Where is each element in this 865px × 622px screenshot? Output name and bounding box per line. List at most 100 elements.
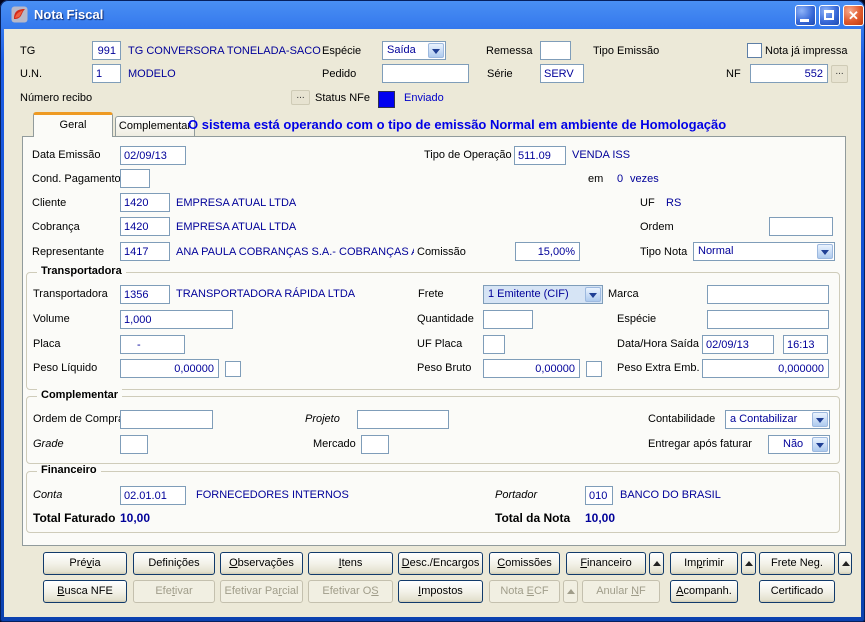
imprimir-button[interactable]: Imprimir [670, 552, 738, 575]
contabilidade-label: Contabilidade [648, 413, 715, 425]
portador-label: Portador [495, 489, 537, 501]
uf-placa-label: UF Placa [417, 338, 462, 350]
definicoes-button[interactable]: Definições [133, 552, 215, 575]
data-hora-saida-label: Data/Hora Saída [617, 338, 699, 350]
especie-transp-label: Espécie [617, 313, 656, 325]
efetivar-button: Efetivar [133, 580, 215, 603]
tipo-nota-value: Normal [698, 245, 733, 257]
placa-input[interactable] [120, 335, 185, 354]
frete-neg-button[interactable]: Frete Neg. [759, 552, 835, 575]
complementar-groupbox: Complementar [26, 396, 840, 464]
tipo-nota-select[interactable]: Normal [693, 242, 835, 261]
total-faturado-value: 10,00 [120, 511, 150, 525]
efetivar-parcial-button: Efetivar Parcial [220, 580, 303, 603]
ordem-compra-input[interactable] [120, 410, 213, 429]
anular-nf-button: Anular NF [582, 580, 660, 603]
entregar-apos-faturar-select[interactable]: Não [768, 435, 830, 454]
financeiro-button[interactable]: Financeiro [566, 552, 646, 575]
cliente-label: Cliente [32, 197, 66, 209]
tipo-operacao-description: VENDA ISS [572, 149, 630, 161]
previa-button[interactable]: Prévia [43, 552, 127, 575]
contabilidade-select[interactable]: a Contabilizar [725, 410, 830, 429]
quantidade-input[interactable] [483, 310, 533, 329]
cobranca-code-input[interactable] [120, 217, 170, 236]
transportadora-label: Transportadora [33, 288, 108, 300]
total-faturado-label: Total Faturado [33, 511, 115, 525]
representante-code-input[interactable] [120, 242, 170, 261]
peso-bruto-checkbox[interactable] [586, 361, 602, 377]
complementar-legend: Complementar [37, 389, 122, 401]
frete-neg-expand-button[interactable] [838, 552, 852, 575]
peso-extra-label: Peso Extra Emb. [617, 362, 700, 374]
portador-input[interactable] [585, 486, 613, 505]
comissao-input[interactable] [515, 242, 580, 261]
tipo-nota-label: Tipo Nota [640, 246, 687, 258]
busca-nfe-button[interactable]: Busca NFE [43, 580, 127, 603]
ordem-compra-label: Ordem de Compra [33, 413, 124, 425]
total-da-nota-label: Total da Nota [495, 511, 570, 525]
geral-content: Data Emissão Tipo de Operação VENDA ISS … [0, 0, 865, 622]
mercado-label: Mercado [313, 438, 356, 450]
peso-extra-input[interactable] [702, 359, 829, 378]
peso-bruto-label: Peso Bruto [417, 362, 471, 374]
peso-bruto-input[interactable] [483, 359, 580, 378]
impostos-button[interactable]: Impostos [398, 580, 483, 603]
marca-label: Marca [608, 288, 639, 300]
conta-description: FORNECEDORES INTERNOS [196, 489, 349, 501]
tipo-operacao-input[interactable] [514, 146, 566, 165]
efetivar-os-button: Efetivar OS [308, 580, 393, 603]
peso-liquido-input[interactable] [120, 359, 219, 378]
vezes-label: vezes [630, 173, 659, 185]
projeto-label: Projeto [305, 413, 340, 425]
volume-label: Volume [33, 313, 70, 325]
conta-label: Conta [33, 489, 62, 501]
itens-button[interactable]: Itens [308, 552, 393, 575]
quantidade-label: Quantidade [417, 313, 474, 325]
tipo-operacao-label: Tipo de Operação [424, 149, 512, 161]
placa-label: Placa [33, 338, 61, 350]
chevron-down-icon [585, 287, 601, 302]
comissao-label: Comissão [417, 246, 466, 258]
volume-input[interactable] [120, 310, 233, 329]
chevron-down-icon [817, 244, 833, 259]
data-emissao-label: Data Emissão [32, 149, 100, 161]
grade-input[interactable] [120, 435, 148, 454]
conta-input[interactable] [120, 486, 186, 505]
cond-pagamento-input[interactable] [120, 169, 150, 188]
representante-description: ANA PAULA COBRANÇAS S.A.- COBRANÇAS AVIÂ [176, 246, 414, 258]
transportadora-legend: Transportadora [37, 265, 126, 277]
cond-pagamento-label: Cond. Pagamento [32, 173, 121, 185]
imprimir-expand-button[interactable] [741, 552, 756, 575]
transportadora-code-input[interactable] [120, 285, 170, 304]
observacoes-button[interactable]: Observações [220, 552, 303, 575]
cliente-code-input[interactable] [120, 193, 170, 212]
chevron-down-icon [812, 437, 828, 452]
data-saida-input[interactable] [702, 335, 774, 354]
especie-transp-input[interactable] [707, 310, 829, 329]
acompanh-button[interactable]: Acompanh. [670, 580, 738, 603]
frete-label: Frete [418, 288, 444, 300]
chevron-down-icon [812, 412, 828, 427]
projeto-input[interactable] [357, 410, 449, 429]
financeiro-legend: Financeiro [37, 464, 101, 476]
financeiro-expand-button[interactable] [649, 552, 664, 575]
peso-liquido-label: Peso Líquido [33, 362, 97, 374]
ordem-input[interactable] [769, 217, 833, 236]
mercado-input[interactable] [361, 435, 389, 454]
cliente-description: EMPRESA ATUAL LTDA [176, 197, 296, 209]
em-label: em [588, 173, 603, 185]
marca-input[interactable] [707, 285, 829, 304]
certificado-button[interactable]: Certificado [759, 580, 835, 603]
cobranca-label: Cobrança [32, 221, 80, 233]
peso-liquido-checkbox[interactable] [225, 361, 241, 377]
ordem-label: Ordem [640, 221, 674, 233]
comissoes-button[interactable]: Comissões [489, 552, 560, 575]
entregar-value: Não [783, 438, 803, 450]
hora-saida-input[interactable] [783, 335, 828, 354]
cobranca-description: EMPRESA ATUAL LTDA [176, 221, 296, 233]
data-emissao-input[interactable] [120, 146, 186, 165]
desc-encargos-button[interactable]: Desc./Encargos [398, 552, 483, 575]
entregar-apos-faturar-label: Entregar após faturar [648, 438, 752, 450]
frete-select[interactable]: 1 Emitente (CIF) [483, 285, 603, 304]
uf-placa-input[interactable] [483, 335, 505, 354]
